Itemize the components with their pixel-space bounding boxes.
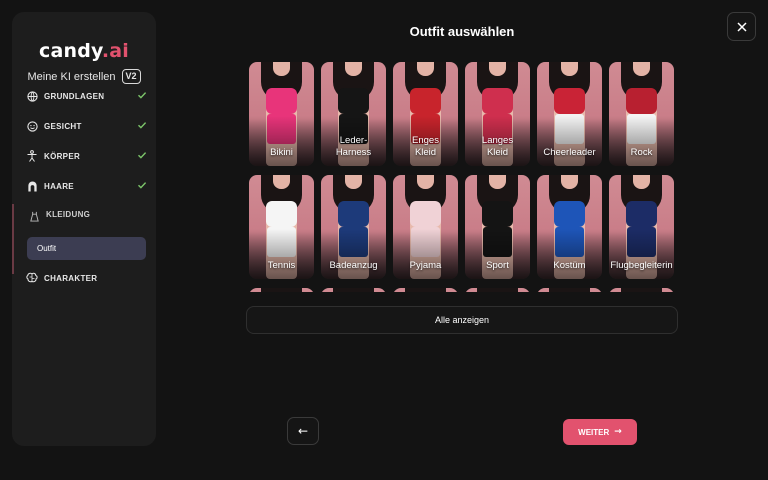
outfit-top [482, 88, 513, 114]
outfit-label: Cheerleader [543, 147, 596, 158]
outfit-label: Sport [486, 260, 509, 271]
outfit-label: Rock [630, 147, 653, 158]
step-haare[interactable]: HAARE [12, 174, 156, 198]
model-hair [477, 288, 518, 292]
model-hair [261, 288, 302, 292]
outfit-card-partial[interactable] [321, 288, 386, 292]
outfit-label: Leder- Harness [335, 135, 372, 158]
outfit-card[interactable]: Leder- Harness [321, 62, 386, 166]
check-icon [138, 92, 147, 99]
outfit-label: Tennis [267, 260, 296, 271]
check-icon [138, 182, 147, 189]
step-grundlagen[interactable]: GRUNDLAGEN [12, 84, 156, 108]
sidebar-subtitle: Meine KI erstellen V2 [12, 69, 156, 84]
outfit-top [482, 201, 513, 227]
arrow-left-icon: ← [297, 424, 309, 438]
outfit-card[interactable]: Badeanzug [321, 175, 386, 279]
close-icon [736, 21, 747, 32]
step-gesicht[interactable]: GESICHT [12, 114, 156, 138]
outfit-card-partial[interactable] [465, 288, 530, 292]
dress-icon [28, 210, 40, 222]
outfit-top [338, 88, 369, 114]
model-hair [405, 288, 446, 292]
arrow-right-icon: → [614, 427, 622, 437]
step-label: GESICHT [44, 121, 82, 131]
back-button[interactable]: ← [287, 417, 319, 445]
outfit-card-partial[interactable] [609, 288, 674, 292]
outfit-card-partial[interactable] [249, 288, 314, 292]
sidebar: candy.ai Meine KI erstellen V2 GRUNDLAGE… [12, 12, 156, 446]
outfit-label: Pyjama [409, 260, 442, 271]
hair-icon [26, 180, 38, 192]
next-button[interactable]: WEITER → [563, 419, 637, 445]
step-koerper[interactable]: KÖRPER [12, 144, 156, 168]
check-icon [138, 122, 147, 129]
outfit-top [266, 88, 297, 114]
outfit-card[interactable]: Tennis [249, 175, 314, 279]
globe-icon [26, 90, 38, 102]
step-label: GRUNDLAGEN [44, 91, 105, 101]
step-label: KLEIDUNG [46, 210, 91, 219]
step-charakter[interactable]: CHARAKTER [12, 266, 156, 290]
model-hair [549, 288, 590, 292]
outfit-top [338, 201, 369, 227]
version-badge: V2 [121, 69, 141, 84]
brand-logo[interactable]: candy.ai [12, 40, 156, 62]
outfit-top [626, 88, 657, 114]
outfit-card[interactable]: Langes Kleid [465, 62, 530, 166]
smiley-icon [26, 120, 38, 132]
outfit-top [410, 201, 441, 227]
outfit-top [410, 88, 441, 114]
outfit-card[interactable]: Rock [609, 62, 674, 166]
brand-suffix: .ai [101, 40, 129, 62]
close-button[interactable] [727, 12, 756, 41]
outfit-label: Flugbegleiterin [610, 260, 673, 271]
brain-icon [26, 272, 38, 284]
outfit-top [626, 201, 657, 227]
outfit-top [266, 201, 297, 227]
outfit-card[interactable]: Sport [465, 175, 530, 279]
sidebar-subtitle-text: Meine KI erstellen [27, 70, 116, 83]
outfit-card-partial[interactable] [537, 288, 602, 292]
model-hair [621, 288, 662, 292]
outfit-card[interactable]: Pyjama [393, 175, 458, 279]
step-label: CHARAKTER [44, 273, 98, 283]
outfit-label: Badeanzug [329, 260, 378, 271]
outfit-grid: Bikini Leder- Harness Enges Kleid Langes Kl… [249, 62, 675, 292]
outfit-label: Kostüm [553, 260, 586, 271]
model-hair [333, 288, 374, 292]
outfit-label: Bikini [270, 147, 293, 158]
outfit-top [554, 201, 585, 227]
step-label: HAARE [44, 181, 74, 191]
check-icon [138, 152, 147, 159]
brand-name: candy [38, 40, 102, 62]
body-icon [26, 150, 38, 162]
sub-item-outfit[interactable]: Outfit [27, 237, 146, 260]
outfit-card[interactable]: Bikini [249, 62, 314, 166]
outfit-card[interactable]: Cheerleader [537, 62, 602, 166]
outfit-top [554, 88, 585, 114]
outfit-card[interactable]: Enges Kleid [393, 62, 458, 166]
page-title: Outfit auswählen [409, 24, 515, 39]
show-all-button[interactable]: Alle anzeigen [246, 306, 678, 334]
next-button-label: WEITER [578, 427, 610, 437]
outfit-label: Langes Kleid [481, 135, 514, 158]
outfit-label: Enges Kleid [412, 135, 439, 158]
outfit-card-partial[interactable] [393, 288, 458, 292]
outfit-card[interactable]: Kostüm [537, 175, 602, 279]
step-label: KÖRPER [44, 151, 81, 161]
outfit-card[interactable]: Flugbegleiterin [609, 175, 674, 279]
